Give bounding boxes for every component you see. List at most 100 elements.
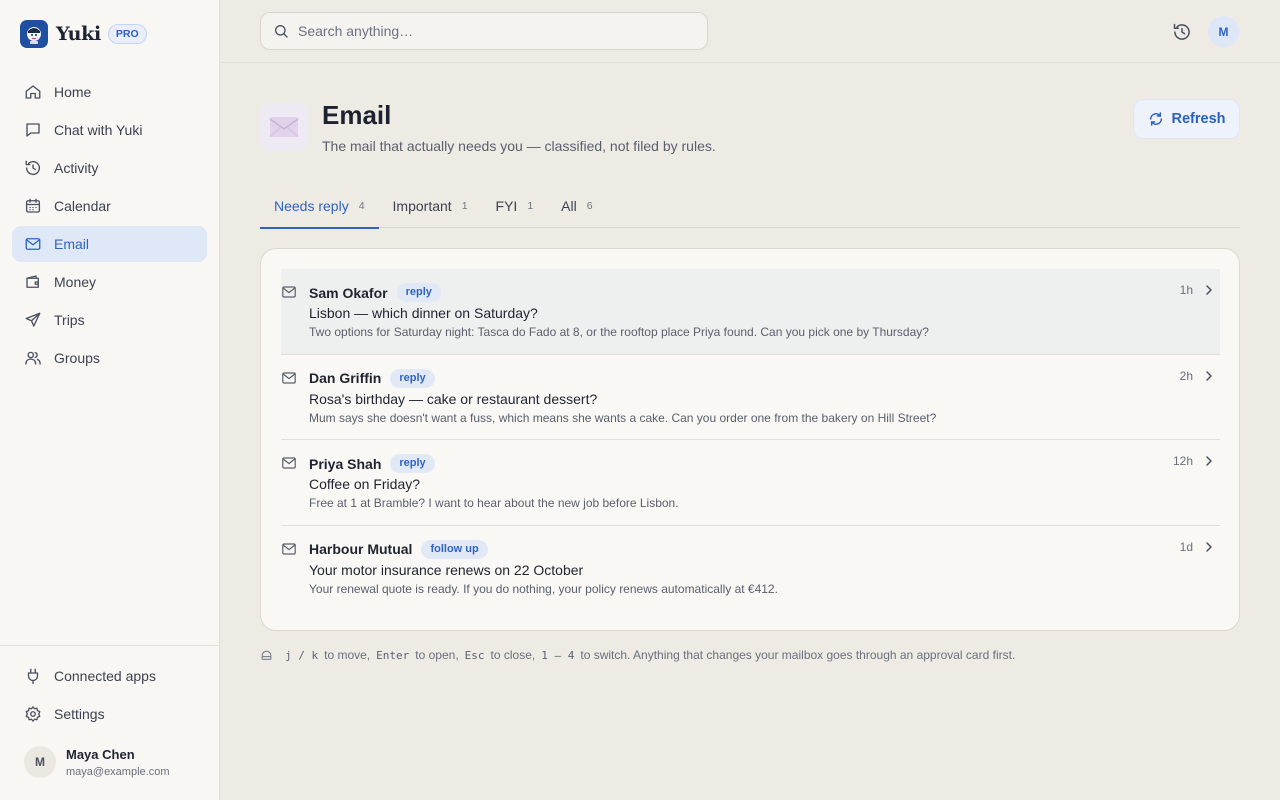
refresh-label: Refresh xyxy=(1171,111,1226,127)
envelope-icon xyxy=(282,286,296,298)
tab-label: Important xyxy=(392,198,452,214)
search-input[interactable] xyxy=(298,23,678,39)
list-item[interactable]: Priya Shah reply Coffee on Friday? Free … xyxy=(281,440,1220,526)
sidebar-nav: Home Chat with Yuki Activity Calendar Em… xyxy=(12,74,207,378)
email-sender: Harbour Mutual xyxy=(309,541,413,557)
tab-needs-reply[interactable]: Needs reply 4 xyxy=(260,184,379,229)
chevron-right-icon xyxy=(1203,541,1215,553)
hint-text: to move, xyxy=(324,648,371,662)
history-icon xyxy=(24,159,42,177)
sidebar-item-label: Money xyxy=(54,274,97,290)
email-preview: Mum says she doesn't want a fuss, which … xyxy=(309,410,937,425)
gear-icon xyxy=(24,705,42,723)
email-time: 1d xyxy=(1179,539,1193,554)
user-avatar-button[interactable]: M xyxy=(1208,16,1239,47)
sidebar-item-label: Calendar xyxy=(54,198,111,214)
sidebar-item-groups[interactable]: Groups xyxy=(12,340,207,376)
sidebar-item-money[interactable]: Money xyxy=(12,264,207,300)
shortcut-key: Enter xyxy=(376,648,410,662)
tab-label: FYI xyxy=(495,198,518,214)
app-name: Yuki xyxy=(56,23,101,45)
chevron-right-icon xyxy=(1203,370,1215,382)
sidebar-item-chat[interactable]: Chat with Yuki xyxy=(12,112,207,148)
chat-icon xyxy=(24,121,42,139)
tab-label: All xyxy=(561,198,577,214)
email-preview: Your renewal quote is ready. If you do n… xyxy=(309,581,778,596)
sidebar-item-email[interactable]: Email xyxy=(12,226,207,262)
email-subject: Your motor insurance renews on 22 Octobe… xyxy=(309,561,584,578)
tab-count: 1 xyxy=(461,200,468,212)
tab-all[interactable]: All 6 xyxy=(547,184,606,228)
yuki-logo-icon xyxy=(20,20,48,48)
sidebar-item-label: Trips xyxy=(54,312,85,328)
tab-count: 6 xyxy=(586,200,593,212)
search-box[interactable] xyxy=(260,12,708,50)
list-item[interactable]: Dan Griffin reply Rosa's birthday — cake… xyxy=(281,355,1220,440)
mail-icon xyxy=(24,235,42,253)
tab-fyi[interactable]: FYI 1 xyxy=(482,184,548,228)
plug-icon xyxy=(24,667,42,685)
envelope-icon xyxy=(282,457,296,469)
email-sender: Priya Shah xyxy=(309,455,382,472)
email-sender: Sam Okafor xyxy=(309,284,388,301)
brand[interactable]: Yuki PRO xyxy=(20,20,147,48)
email-time: 1h xyxy=(1179,283,1193,297)
sidebar-item-activity[interactable]: Activity xyxy=(12,150,207,186)
plane-icon xyxy=(24,311,42,329)
tab-count: 1 xyxy=(527,200,534,212)
sidebar-item-connected-apps[interactable]: Connected apps xyxy=(12,658,207,694)
home-icon xyxy=(24,83,42,101)
page-title: Email xyxy=(322,100,392,130)
envelope-icon xyxy=(282,371,296,384)
avatar: M xyxy=(24,746,56,778)
status-badge: reply xyxy=(390,368,435,388)
status-badge: reply xyxy=(390,454,435,473)
keyboard-hint: j / k to move, Enter to open, Esc to clo… xyxy=(260,648,1015,662)
search-icon xyxy=(273,23,289,39)
email-sender: Dan Griffin xyxy=(309,370,382,386)
sidebar-item-label: Email xyxy=(54,236,90,252)
tab-important[interactable]: Important 1 xyxy=(379,184,482,228)
shortcut-key: 1 – 4 xyxy=(541,648,575,662)
mail-list-card: Sam Okafor reply Lisbon — which dinner o… xyxy=(260,248,1240,631)
list-item[interactable]: Harbour Mutual follow up Your motor insu… xyxy=(281,526,1220,612)
shortcut-key: Esc xyxy=(464,648,485,662)
sidebar-item-settings[interactable]: Settings xyxy=(12,696,207,732)
wallet-icon xyxy=(24,273,42,291)
topbar: M xyxy=(220,0,1280,63)
pro-badge: PRO xyxy=(107,24,147,44)
history-icon[interactable] xyxy=(1172,22,1192,42)
user-email: maya@example.com xyxy=(66,765,170,778)
chevron-right-icon xyxy=(1203,455,1215,467)
envelope-icon xyxy=(282,542,296,555)
email-preview: Two options for Saturday night: Tasca do… xyxy=(309,325,929,339)
hint-text: to open, xyxy=(415,648,459,662)
refresh-button[interactable]: Refresh xyxy=(1133,99,1240,139)
page-subtitle: The mail that actually needs you — class… xyxy=(322,138,716,154)
shortcut-key: j / k xyxy=(285,648,319,662)
user-profile[interactable]: M Maya Chen maya@example.com xyxy=(24,746,169,778)
envelope-icon xyxy=(260,103,308,151)
calendar-icon xyxy=(24,197,42,215)
user-name: Maya Chen xyxy=(66,746,135,762)
tab-count: 4 xyxy=(358,200,365,212)
sidebar-item-label: Groups xyxy=(54,350,100,366)
keyboard-icon xyxy=(260,649,273,662)
list-item[interactable]: Sam Okafor reply Lisbon — which dinner o… xyxy=(281,269,1220,355)
sidebar-item-label: Activity xyxy=(54,160,99,176)
sidebar-item-home[interactable]: Home xyxy=(12,74,207,110)
sidebar-item-calendar[interactable]: Calendar xyxy=(12,188,207,224)
email-subject: Rosa's birthday — cake or restaurant des… xyxy=(309,390,598,407)
chevron-right-icon xyxy=(1203,284,1215,296)
sidebar: Yuki PRO Home Chat with Yuki Activity Ca… xyxy=(0,0,220,800)
sidebar-item-label: Connected apps xyxy=(54,668,156,684)
sidebar-item-trips[interactable]: Trips xyxy=(12,302,207,338)
sidebar-item-label: Settings xyxy=(54,706,105,722)
sidebar-item-label: Chat with Yuki xyxy=(54,122,143,138)
email-time: 2h xyxy=(1179,368,1193,383)
email-subject: Lisbon — which dinner on Saturday? xyxy=(309,305,538,321)
refresh-icon xyxy=(1148,111,1172,127)
mail-list: Sam Okafor reply Lisbon — which dinner o… xyxy=(281,269,1220,611)
users-icon xyxy=(24,349,42,367)
hint-text: to close, xyxy=(490,648,536,662)
